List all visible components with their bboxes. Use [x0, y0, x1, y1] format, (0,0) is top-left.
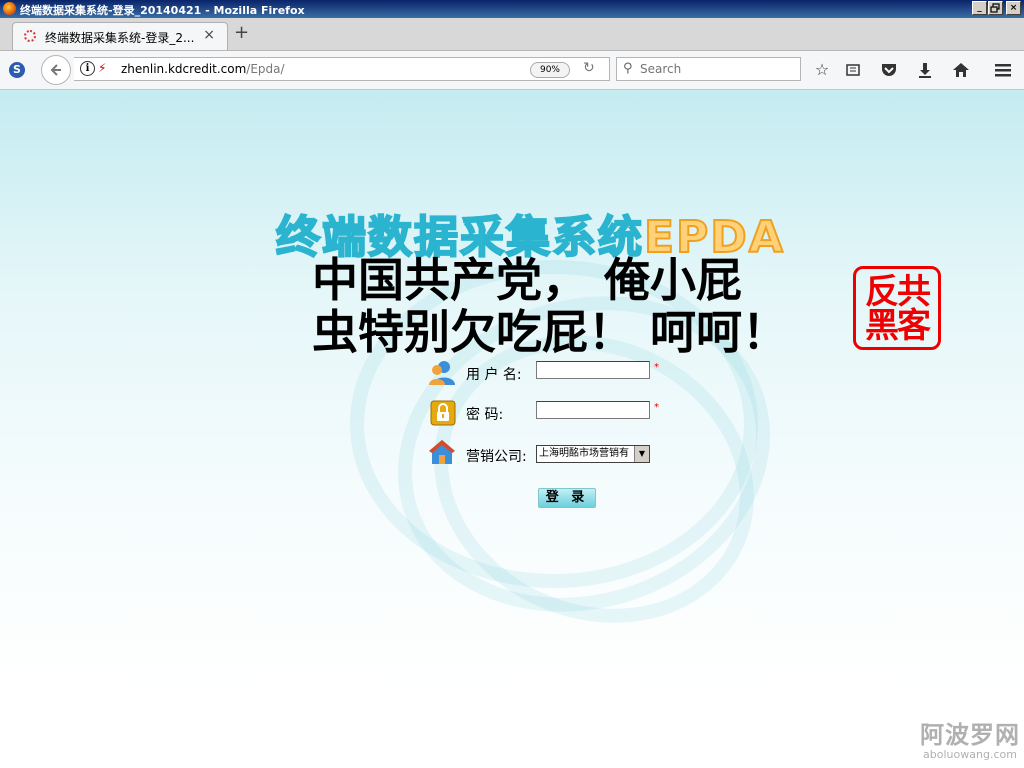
search-icon: ⚲	[623, 61, 633, 76]
sidebar-s-icon[interactable]: S	[9, 62, 25, 78]
back-arrow-icon	[50, 64, 61, 76]
password-input[interactable]	[536, 401, 650, 419]
zoom-level-indicator[interactable]: 90%	[530, 62, 570, 78]
username-label: 用 户 名:	[466, 367, 522, 383]
window-title: 终端数据采集系统-登录_20140421 - Mozilla Firefox	[20, 4, 305, 17]
login-button[interactable]: 登 录	[538, 488, 596, 508]
watermark-cn: 阿波罗网	[920, 721, 1020, 749]
defacement-slogan: 中国共产党， 俺小屁 虫特别欠吃屁！ 呵呵！	[312, 254, 788, 358]
tab-close-icon[interactable]: ×	[203, 27, 215, 43]
slogan-line-1: 中国共产党， 俺小屁	[312, 253, 743, 307]
reload-icon[interactable]: ↻	[583, 60, 595, 76]
company-select-value: 上海明酩市场营销有	[539, 448, 629, 459]
tab-title: 终端数据采集系统-登录_2...	[45, 31, 195, 45]
tab-strip: 终端数据采集系统-登录_2... × +	[0, 18, 1024, 51]
url-path: /Epda/	[246, 62, 285, 76]
company-select[interactable]: 上海明酩市场营销有 ▼	[536, 445, 650, 463]
reading-list-icon[interactable]	[842, 60, 864, 80]
site-info-icon[interactable]: i	[80, 61, 95, 76]
url-text[interactable]: zhenlin.kdcredit.com/Epda/	[121, 62, 285, 76]
slogan-line-2: 虫特别欠吃屁！ 呵呵！	[312, 305, 789, 359]
home-icon[interactable]	[950, 60, 972, 80]
required-mark: *	[654, 402, 659, 413]
company-row: 营销公司: 上海明酩市场营销有 ▼	[428, 438, 688, 468]
user-icon	[429, 361, 455, 385]
close-window-button[interactable]: ×	[1006, 1, 1021, 15]
company-label: 营销公司:	[466, 449, 527, 465]
url-host: zhenlin.kdcredit.com	[121, 62, 247, 76]
password-row: 密 码: *	[428, 398, 688, 428]
firefox-logo-icon	[3, 2, 16, 15]
restore-icon	[990, 3, 1000, 13]
lock-icon	[430, 400, 456, 426]
page-content: 终端数据采集系统EPDA 中国共产党， 俺小屁 虫特别欠吃屁！ 呵呵！ 反共黑客…	[0, 90, 1024, 686]
back-button[interactable]	[41, 55, 71, 85]
red-stamp: 反共黑客	[853, 266, 941, 350]
password-label: 密 码:	[466, 407, 504, 423]
url-bar[interactable]: i ⚡ zhenlin.kdcredit.com/Epda/ 90% ↻	[74, 57, 610, 81]
restore-button[interactable]	[988, 1, 1003, 15]
loading-favicon-icon	[24, 30, 36, 42]
watermark-en: aboluowang.com	[923, 748, 1017, 761]
tab-active[interactable]: 终端数据采集系统-登录_2... ×	[12, 22, 228, 50]
stamp-text: 反共黑客	[865, 272, 931, 346]
window-title-bar: 终端数据采集系统-登录_20140421 - Mozilla Firefox _…	[0, 0, 1024, 18]
bookmark-star-icon[interactable]: ☆	[811, 60, 833, 80]
hamburger-menu-icon[interactable]	[992, 60, 1014, 80]
search-input[interactable]	[640, 61, 790, 77]
required-mark: *	[654, 362, 659, 373]
minimize-button[interactable]: _	[972, 1, 987, 15]
search-bar[interactable]: ⚲	[616, 57, 801, 81]
dropdown-arrow-icon[interactable]: ▼	[634, 446, 649, 462]
navigation-bar: S i ⚡ zhenlin.kdcredit.com/Epda/ 90% ↻ ⚲…	[0, 51, 1024, 90]
username-row: 用 户 名: *	[428, 358, 688, 388]
house-icon	[429, 440, 455, 464]
watermark: 阿波罗网 aboluowang.com	[920, 722, 1020, 762]
username-input[interactable]	[536, 361, 650, 379]
new-tab-button[interactable]: +	[234, 22, 249, 43]
pocket-icon[interactable]	[878, 60, 900, 80]
insecure-connection-icon[interactable]: ⚡	[98, 61, 106, 75]
download-icon[interactable]	[914, 60, 936, 80]
